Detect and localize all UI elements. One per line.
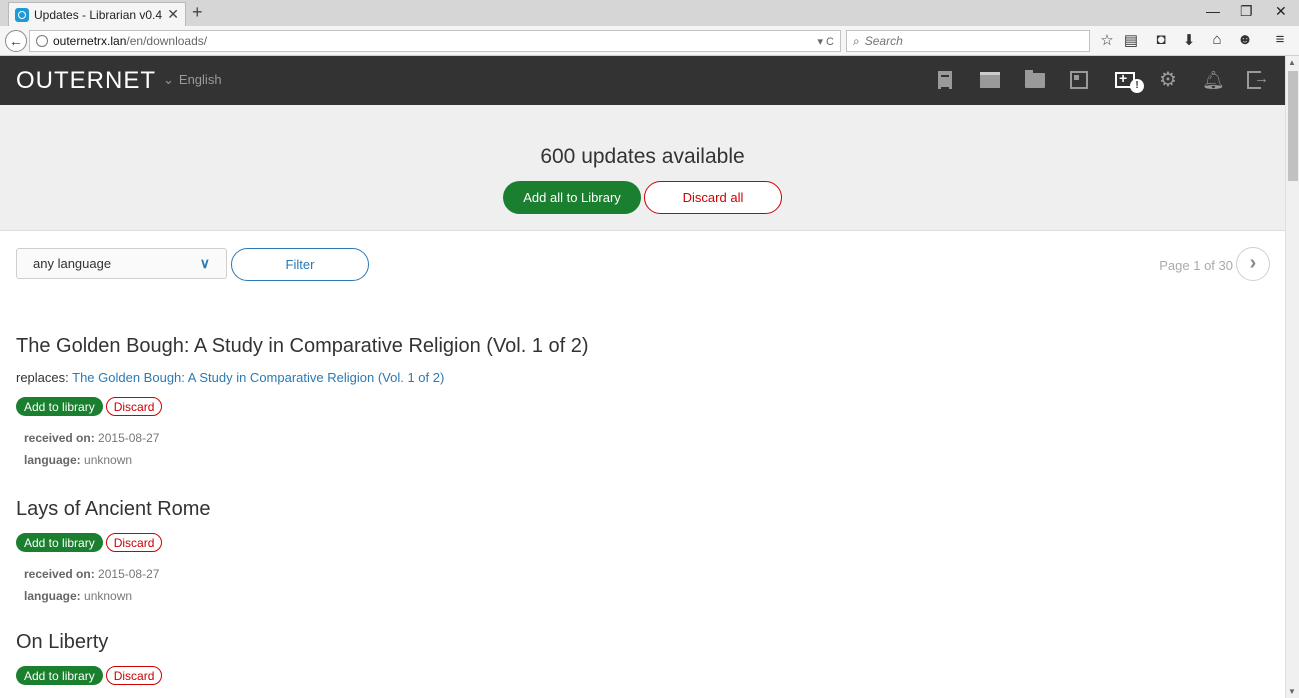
dashboard-icon[interactable] — [1068, 69, 1090, 91]
settings-gear-icon[interactable]: ⚙ — [1157, 69, 1179, 91]
globe-icon — [36, 35, 48, 47]
window-minimize-icon[interactable]: — — [1206, 3, 1220, 19]
language-meta-label: language: — [24, 589, 81, 603]
item-title: The Golden Bough: A Study in Comparative… — [16, 335, 589, 357]
received-label: received on: — [24, 567, 95, 581]
discard-button[interactable]: Discard — [105, 397, 163, 416]
list-item: On Liberty Add to library Discard — [16, 631, 1216, 696]
new-tab-icon[interactable]: + — [192, 2, 203, 23]
page-scrollbar[interactable]: ▲ ▼ — [1285, 56, 1299, 698]
url-bar[interactable]: outernetrx.lan /en/downloads/ ▾ C — [29, 30, 841, 52]
received-label: received on: — [24, 431, 95, 445]
folder-icon[interactable] — [1024, 69, 1046, 91]
item-meta: received on: 2015-08-27 language: unknow… — [16, 427, 1216, 471]
add-all-button[interactable]: Add all to Library — [503, 181, 641, 214]
files-icon[interactable] — [934, 69, 956, 91]
scroll-down-icon[interactable]: ▼ — [1288, 687, 1296, 696]
web-content-icon[interactable] — [979, 69, 1001, 91]
bookmark-star-icon[interactable]: ☆ — [1097, 31, 1117, 49]
replaces-link[interactable]: The Golden Bough: A Study in Comparative… — [72, 370, 444, 385]
download-icon[interactable]: ⬇ — [1179, 31, 1199, 49]
home-icon[interactable]: ⌂ — [1207, 31, 1227, 48]
browser-search-bar[interactable]: ⌕ — [846, 30, 1090, 52]
language-meta-value: unknown — [84, 589, 133, 603]
chevron-down-icon: ⌄ — [163, 72, 174, 87]
add-to-library-button[interactable]: Add to library — [16, 533, 103, 552]
filter-button[interactable]: Filter — [231, 248, 369, 281]
language-meta-value: unknown — [84, 453, 133, 467]
language-label: English — [178, 72, 222, 87]
pocket-icon[interactable]: ◘ — [1151, 31, 1171, 48]
scroll-up-icon[interactable]: ▲ — [1288, 58, 1296, 67]
reload-icon[interactable]: ▾ C — [817, 35, 834, 48]
item-actions: Add to library Discard — [16, 533, 1216, 552]
tab-title: Updates - Librarian v0.4.p... — [34, 7, 163, 22]
add-to-library-button[interactable]: Add to library — [16, 666, 103, 685]
list-item: Lays of Ancient Rome Add to library Disc… — [16, 498, 1216, 607]
outernet-logo[interactable]: OUTERNET — [16, 67, 156, 95]
replaces-label: replaces: — [16, 370, 69, 385]
language-filter-value: any language — [33, 256, 112, 271]
tab-close-icon[interactable]: ✕ — [167, 6, 179, 23]
notifications-bell-icon[interactable]: 🔔︎ — [1202, 69, 1225, 91]
discard-button[interactable]: Discard — [105, 533, 163, 552]
list-item: The Golden Bough: A Study in Comparative… — [16, 335, 1216, 471]
chevron-down-icon: ∨ — [199, 255, 210, 271]
browser-search-input[interactable] — [864, 34, 1065, 48]
browser-tab-bar: Updates - Librarian v0.4.p... ✕ + — ❐ ✕ — [0, 0, 1299, 26]
back-arrow-icon[interactable]: ← — [5, 30, 27, 52]
item-actions: Add to library Discard — [16, 397, 1216, 416]
updates-icon[interactable]: ! — [1114, 69, 1144, 93]
language-meta-label: language: — [24, 453, 81, 467]
language-switcher[interactable]: ⌄ English — [163, 72, 222, 88]
pager-text: Page 1 of 30 — [1159, 258, 1233, 273]
updates-summary: 600 updates available Add all to Library… — [0, 105, 1285, 231]
discard-all-button[interactable]: Discard all — [644, 181, 782, 214]
item-meta: received on: 2015-08-27 language: unknow… — [16, 563, 1216, 607]
scroll-thumb[interactable] — [1288, 71, 1298, 181]
updates-count-title: 600 updates available — [540, 145, 745, 168]
item-replaces: replaces: The Golden Bough: A Study in C… — [16, 370, 1216, 385]
search-icon: ⌕ — [853, 33, 860, 48]
add-to-library-button[interactable]: Add to library — [16, 397, 103, 416]
received-value: 2015-08-27 — [98, 431, 160, 445]
app-header: OUTERNET ⌄ English ! ⚙ 🔔︎ — [0, 56, 1285, 105]
reading-list-icon[interactable]: ▤ — [1121, 31, 1141, 49]
hamburger-menu-icon[interactable]: ≡ — [1270, 31, 1290, 48]
url-host: outernetrx.lan — [53, 34, 127, 48]
logout-icon[interactable] — [1245, 69, 1269, 91]
received-value: 2015-08-27 — [98, 567, 160, 581]
language-filter-select[interactable]: any language ∨ — [16, 248, 227, 279]
smiley-icon[interactable]: ☻ — [1235, 31, 1255, 48]
item-actions: Add to library Discard — [16, 666, 1216, 685]
discard-button[interactable]: Discard — [105, 666, 163, 685]
updates-badge: ! — [1130, 79, 1144, 93]
item-title: On Liberty — [16, 631, 109, 653]
browser-tab[interactable]: Updates - Librarian v0.4.p... ✕ — [8, 2, 186, 26]
item-title: Lays of Ancient Rome — [16, 498, 211, 520]
window-close-icon[interactable]: ✕ — [1275, 3, 1287, 20]
outernet-favicon-icon — [15, 7, 29, 22]
url-path: /en/downloads/ — [126, 34, 208, 48]
next-page-chevron-icon[interactable]: › — [1236, 247, 1270, 281]
window-restore-icon[interactable]: ❐ — [1240, 3, 1253, 20]
